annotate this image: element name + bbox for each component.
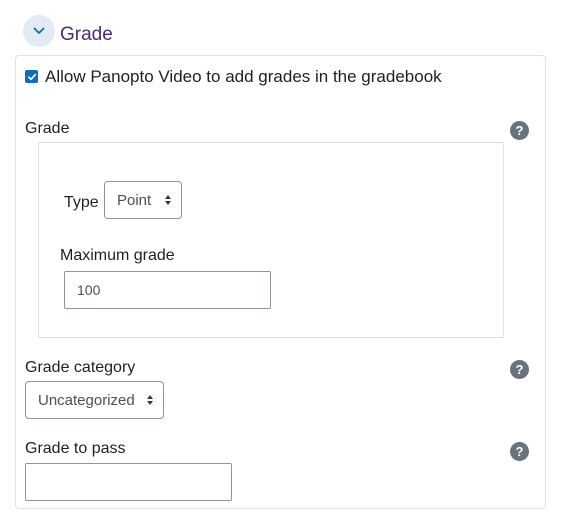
allow-grades-checkbox[interactable]: [25, 70, 38, 83]
allow-grades-label[interactable]: Allow Panopto Video to add grades in the…: [45, 67, 442, 87]
grade-category-label: Grade category: [25, 359, 136, 376]
chevron-down-icon: [33, 27, 45, 34]
grade-help-icon[interactable]: ?: [510, 121, 529, 140]
grade-category-help-icon[interactable]: ?: [510, 360, 529, 379]
grade-category-value: Uncategorized: [38, 391, 135, 409]
select-caret-icon: [147, 395, 153, 405]
grade-to-pass-label: Grade to pass: [25, 440, 126, 457]
grade-label: Grade: [25, 120, 70, 137]
collapse-section-button[interactable]: [23, 15, 55, 47]
section-title[interactable]: Grade: [60, 24, 113, 46]
maximum-grade-value: 100: [77, 282, 101, 298]
select-caret-icon: [165, 195, 171, 205]
grade-type-label: Type: [64, 194, 99, 211]
grade-to-pass-help-icon[interactable]: ?: [510, 442, 529, 461]
checkmark-icon: [27, 73, 36, 80]
grade-category-select[interactable]: Uncategorized: [25, 381, 164, 419]
grade-type-value: Point: [117, 191, 152, 209]
maximum-grade-input[interactable]: 100: [64, 271, 271, 309]
grade-to-pass-input[interactable]: [25, 463, 232, 501]
grade-type-select[interactable]: Point: [104, 181, 182, 219]
maximum-grade-label: Maximum grade: [60, 247, 175, 264]
